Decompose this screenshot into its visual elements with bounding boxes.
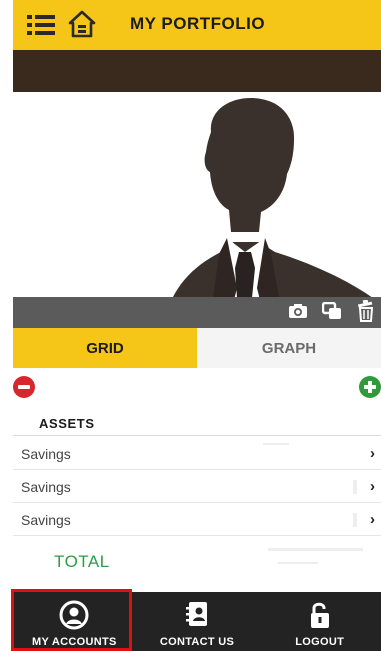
asset-row-label: Savings bbox=[21, 512, 71, 528]
unlock-icon bbox=[310, 602, 329, 628]
app-screen: MY PORTFOLIO GRID GRAPH ASSETS Savings ›… bbox=[13, 0, 381, 651]
header-banner bbox=[13, 50, 381, 92]
nav-contact-us[interactable]: CONTACT US bbox=[136, 592, 259, 651]
asset-row[interactable]: Savings › bbox=[13, 470, 381, 503]
view-tabs: GRID GRAPH bbox=[13, 328, 381, 376]
chevron-right-icon: › bbox=[370, 511, 375, 528]
nav-label: MY ACCOUNTS bbox=[32, 636, 117, 648]
bottom-nav: MY ACCOUNTS CONTACT US LOGOUT bbox=[13, 592, 381, 651]
blurred-total-value bbox=[268, 548, 363, 551]
add-icon[interactable] bbox=[359, 376, 381, 398]
nav-label: LOGOUT bbox=[295, 636, 345, 648]
nav-logout[interactable]: LOGOUT bbox=[258, 592, 381, 651]
asset-row-label: Savings bbox=[21, 479, 71, 495]
blurred-total-value bbox=[278, 562, 318, 564]
total-row: TOTAL bbox=[13, 538, 381, 584]
contact-card-icon bbox=[186, 602, 207, 626]
assets-section-header: ASSETS bbox=[13, 408, 381, 436]
page-title: MY PORTFOLIO bbox=[130, 14, 266, 33]
nav-my-accounts[interactable]: MY ACCOUNTS bbox=[13, 592, 136, 651]
edit-actions bbox=[13, 368, 381, 408]
profile-photo-area bbox=[13, 92, 381, 328]
tab-graph[interactable]: GRAPH bbox=[197, 328, 381, 368]
home-icon[interactable] bbox=[68, 10, 96, 38]
nav-label: CONTACT US bbox=[159, 636, 235, 648]
camera-icon[interactable] bbox=[287, 300, 309, 322]
photo-toolbar bbox=[13, 297, 381, 328]
user-circle-icon bbox=[59, 600, 89, 630]
asset-row-label: Savings bbox=[21, 446, 71, 462]
asset-row[interactable]: Savings › bbox=[13, 437, 381, 470]
asset-row[interactable]: Savings › bbox=[13, 503, 381, 536]
trash-icon[interactable] bbox=[355, 300, 377, 322]
chevron-right-icon: › bbox=[370, 445, 375, 462]
list-menu-icon[interactable] bbox=[27, 14, 55, 36]
copy-icon[interactable] bbox=[321, 300, 343, 322]
total-label: TOTAL bbox=[54, 552, 110, 571]
chevron-right-icon: › bbox=[370, 478, 375, 495]
person-silhouette bbox=[163, 98, 381, 328]
blurred-value bbox=[353, 480, 357, 494]
tab-grid[interactable]: GRID bbox=[13, 328, 197, 376]
app-header: MY PORTFOLIO bbox=[13, 0, 381, 50]
remove-icon[interactable] bbox=[13, 376, 35, 398]
blurred-value bbox=[263, 443, 289, 445]
blurred-value bbox=[353, 513, 357, 527]
assets-heading: ASSETS bbox=[39, 416, 95, 431]
